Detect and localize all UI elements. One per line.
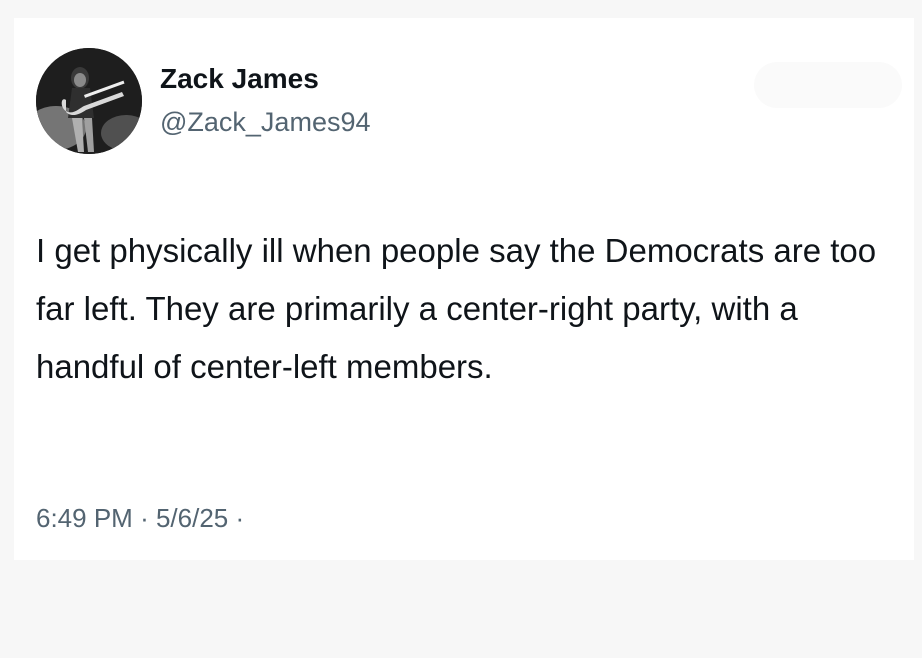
author-display-name[interactable]: Zack James (160, 62, 319, 96)
tweet-time[interactable]: 6:49 PM (36, 503, 133, 533)
meta-separator: · (140, 503, 149, 533)
tweet-card: Zack James @Zack_James94 I get physicall… (14, 18, 914, 560)
meta-separator: · (235, 503, 245, 533)
screenshot-page: Zack James @Zack_James94 I get physicall… (0, 0, 922, 658)
guitarist-photo-avatar-icon (36, 48, 142, 154)
tweet-text: I get physically ill when people say the… (36, 232, 877, 385)
author-handle[interactable]: @Zack_James94 (160, 106, 371, 138)
follow-button[interactable] (754, 62, 902, 108)
tweet-date[interactable]: 5/6/25 (156, 503, 228, 533)
avatar[interactable] (36, 48, 142, 154)
tweet-meta: 6:49 PM · 5/6/25 · (36, 502, 244, 534)
